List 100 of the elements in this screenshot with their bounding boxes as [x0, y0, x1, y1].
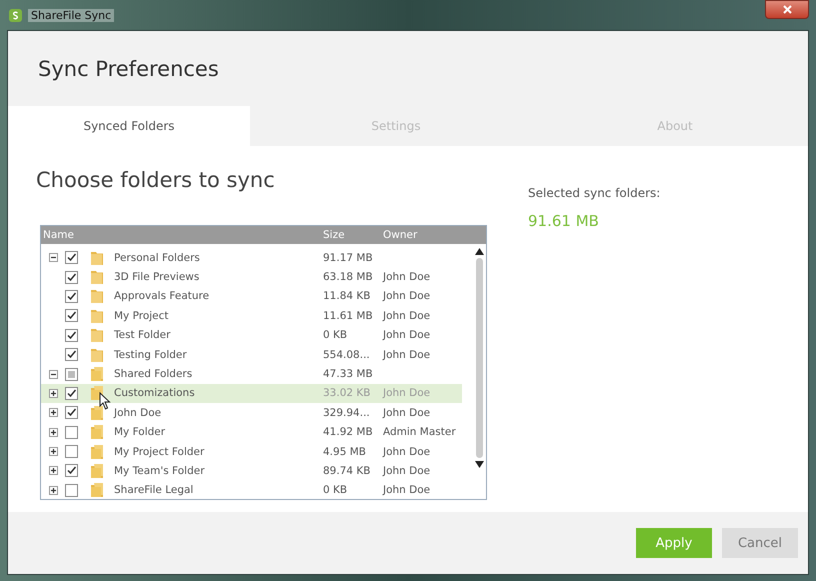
expand-toggle[interactable] — [49, 388, 58, 398]
plus-icon — [50, 448, 57, 456]
plus-icon — [50, 486, 57, 494]
folder-size: 63.18 MB — [323, 271, 374, 284]
folder-owner: John Doe — [383, 464, 430, 477]
checkbox[interactable] — [65, 290, 78, 303]
table-row[interactable]: Customizations 33.02 KB John Doe — [41, 384, 462, 404]
checkbox[interactable] — [65, 309, 78, 322]
page-title: Sync Preferences — [38, 56, 219, 80]
folder-owner: John Doe — [383, 446, 430, 458]
plus-icon — [50, 390, 57, 397]
folder-size: 11.84 KB — [323, 290, 372, 302]
table-row[interactable]: My Project Folder 4.95 MB John Doe — [41, 442, 462, 462]
mouse-cursor-icon — [99, 392, 111, 410]
table-row[interactable]: Personal Folders 91.17 MB — [41, 248, 462, 268]
plus-icon — [50, 409, 57, 416]
expand-toggle[interactable] — [49, 466, 58, 476]
folder-size: 0 KB — [323, 329, 348, 342]
shared-folder-icon — [90, 444, 104, 460]
plus-icon — [50, 428, 57, 436]
folder-icon — [90, 346, 104, 363]
expand-toggle[interactable] — [49, 253, 58, 262]
folder-name: Shared Folders — [114, 368, 192, 380]
app-logo-icon — [9, 8, 22, 22]
checkbox[interactable] — [65, 251, 78, 264]
table-row[interactable]: Testing Folder 554.08... John Doe — [41, 344, 462, 364]
folder-size: 89.74 KB — [323, 464, 372, 477]
checkbox[interactable] — [65, 426, 78, 439]
folder-icon — [90, 288, 104, 304]
folder-name: Personal Folders — [114, 252, 200, 264]
folder-icon — [90, 308, 104, 324]
section-title: Choose folders to sync — [36, 168, 276, 194]
checkbox[interactable] — [65, 484, 78, 497]
table-row[interactable]: Shared Folders 47.33 MB — [41, 364, 462, 384]
shared-folder-icon — [90, 366, 104, 382]
table-row[interactable]: Test Folder 0 KB John Doe — [41, 326, 462, 345]
checkbox[interactable] — [65, 368, 78, 381]
folder-name: Test Folder — [114, 329, 170, 342]
scroll-up-icon[interactable] — [474, 248, 484, 255]
shared-folder-icon — [90, 482, 104, 498]
table-row[interactable]: John Doe 329.94... John Doe — [41, 403, 462, 423]
folder-owner: John Doe — [383, 348, 430, 361]
table-row[interactable]: My Team's Folder 89.74 KB John Doe — [41, 461, 462, 481]
table-row[interactable]: 3D File Previews 63.18 MB John Doe — [41, 267, 462, 287]
close-icon — [782, 5, 792, 14]
folder-name: Testing Folder — [114, 348, 187, 361]
folder-owner: Admin Master — [383, 426, 456, 438]
selected-size: 91.61 MB — [528, 212, 600, 230]
shared-folder-icon — [90, 404, 104, 421]
table-row[interactable]: Approvals Feature 11.84 KB John Doe — [41, 286, 462, 306]
shared-folder-icon — [90, 462, 104, 479]
folder-icon — [90, 327, 104, 344]
table-row[interactable]: ShareFile Legal 0 KB John Doe — [41, 480, 462, 499]
folder-owner: John Doe — [383, 290, 430, 302]
folder-owner: John Doe — [383, 406, 430, 419]
checkbox[interactable] — [65, 386, 78, 400]
expand-toggle[interactable] — [49, 447, 58, 456]
expand-toggle[interactable] — [49, 370, 58, 379]
window-title: ShareFile Sync — [28, 8, 114, 22]
folder-name: My Project — [114, 310, 169, 322]
folder-size: 91.17 MB — [323, 252, 374, 264]
shared-folder-icon — [90, 424, 104, 440]
tab[interactable]: Synced Folders — [8, 106, 250, 146]
folder-name: My Team's Folder — [114, 464, 205, 477]
expand-toggle[interactable] — [49, 428, 58, 437]
close-button[interactable] — [765, 0, 809, 19]
folder-name: Customizations — [114, 387, 195, 400]
checkbox[interactable] — [65, 445, 78, 458]
folder-size: 0 KB — [323, 484, 348, 496]
folder-name: My Project Folder — [114, 446, 204, 458]
folder-name: ShareFile Legal — [114, 484, 194, 496]
folder-size: 4.95 MB — [323, 446, 367, 458]
folder-name: Approvals Feature — [114, 290, 210, 302]
folder-size: 41.92 MB — [323, 426, 374, 438]
scroll-down-icon[interactable] — [474, 461, 484, 468]
checkbox[interactable] — [65, 464, 78, 478]
folder-icon — [90, 269, 104, 286]
folder-size: 329.94... — [323, 406, 371, 419]
folder-size: 554.08... — [323, 348, 371, 361]
folder-name: 3D File Previews — [114, 271, 200, 284]
folder-icon — [90, 250, 104, 266]
table-row[interactable]: My Project 11.61 MB John Doe — [41, 306, 462, 326]
folder-size: 33.02 KB — [323, 387, 372, 400]
checkbox[interactable] — [65, 406, 78, 420]
plus-icon — [50, 467, 57, 474]
folder-name: John Doe — [114, 406, 162, 419]
folder-owner: John Doe — [383, 271, 430, 284]
folder-owner: John Doe — [383, 310, 430, 322]
summary-label: Selected sync folders: — [528, 186, 660, 200]
folder-owner: John Doe — [383, 387, 430, 400]
checkbox[interactable] — [65, 348, 78, 362]
folder-owner: John Doe — [383, 484, 430, 496]
expand-toggle[interactable] — [49, 408, 58, 418]
checkbox[interactable] — [65, 328, 78, 342]
checkbox[interactable] — [65, 270, 78, 284]
table-row[interactable]: My Folder 41.92 MB Admin Master — [41, 422, 462, 442]
folder-size: 47.33 MB — [323, 368, 374, 380]
folder-owner: John Doe — [383, 329, 430, 342]
folder-name: My Folder — [114, 426, 166, 438]
expand-toggle[interactable] — [49, 486, 58, 495]
